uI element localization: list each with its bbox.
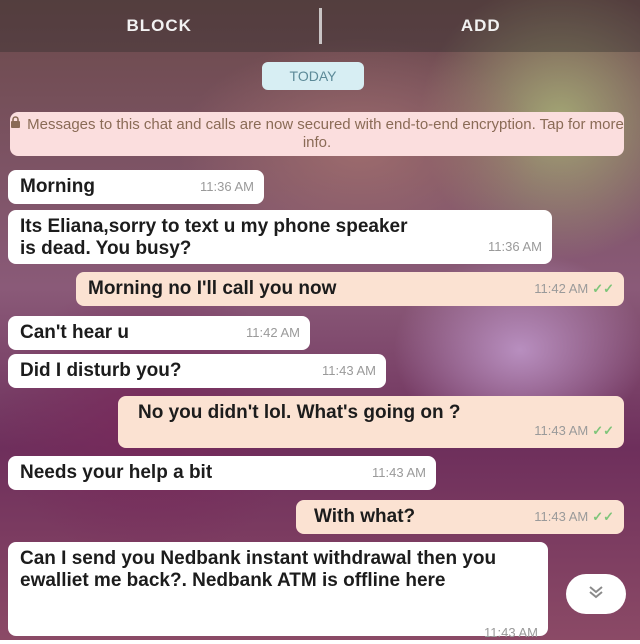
message-text: Morning no I'll call you now <box>88 278 336 299</box>
message-text: With what? <box>308 506 415 527</box>
read-receipt-icon: ✓✓ <box>592 509 614 524</box>
message-bubble-outgoing[interactable]: With what? 11:43 AM✓✓ <box>296 500 624 534</box>
scroll-to-bottom-button[interactable] <box>566 574 626 614</box>
message-timestamp: 11:36 AM <box>488 236 542 258</box>
chevron-double-down-icon <box>587 583 605 606</box>
message-text: Its Eliana,sorry to text u my phone spea… <box>20 216 408 259</box>
message-bubble-outgoing[interactable]: No you didn't lol. What's going on ? 11:… <box>118 396 624 448</box>
read-receipt-icon: ✓✓ <box>592 281 614 296</box>
message-timestamp: 11:36 AM <box>200 176 254 198</box>
message-timestamp: 11:42 AM✓✓ <box>534 278 614 300</box>
message-timestamp: 11:43 AM <box>322 360 376 382</box>
date-divider: TODAY <box>262 62 364 90</box>
message-text: Can't hear u <box>20 322 129 343</box>
message-bubble-incoming[interactable]: Can I send you Nedbank instant withdrawa… <box>8 542 548 636</box>
block-button[interactable]: BLOCK <box>0 16 319 36</box>
message-text: Can I send you Nedbank instant withdrawa… <box>20 548 496 591</box>
encryption-notice[interactable]: Messages to this chat and calls are now … <box>10 112 624 156</box>
message-bubble-incoming[interactable]: Morning 11:36 AM <box>8 170 264 204</box>
message-bubble-incoming[interactable]: Needs your help a bit 11:43 AM <box>8 456 436 490</box>
message-timestamp: 11:43 AM✓✓ <box>534 506 614 528</box>
message-timestamp: 11:42 AM <box>246 322 300 344</box>
add-contact-button[interactable]: ADD <box>322 16 640 36</box>
message-bubble-incoming[interactable]: Its Eliana,sorry to text u my phone spea… <box>8 210 552 264</box>
contact-action-bar: BLOCK ADD <box>0 0 640 52</box>
read-receipt-icon: ✓✓ <box>592 423 614 438</box>
message-text: Did I disturb you? <box>20 360 182 381</box>
message-timestamp: 11:43 AM✓✓ <box>534 420 614 442</box>
message-bubble-incoming[interactable]: Did I disturb you? 11:43 AM <box>8 354 386 388</box>
encryption-notice-text: Messages to this chat and calls are now … <box>27 116 624 151</box>
message-timestamp: 11:43 AM <box>372 462 426 484</box>
message-bubble-incoming[interactable]: Can't hear u 11:42 AM <box>8 316 310 350</box>
message-text: Morning <box>20 176 95 197</box>
message-text: Needs your help a bit <box>20 462 212 483</box>
message-bubble-outgoing[interactable]: Morning no I'll call you now 11:42 AM✓✓ <box>76 272 624 306</box>
message-timestamp: 11:43 AM <box>484 622 538 644</box>
lock-icon <box>10 116 21 134</box>
message-text: No you didn't lol. What's going on ? <box>130 402 460 423</box>
